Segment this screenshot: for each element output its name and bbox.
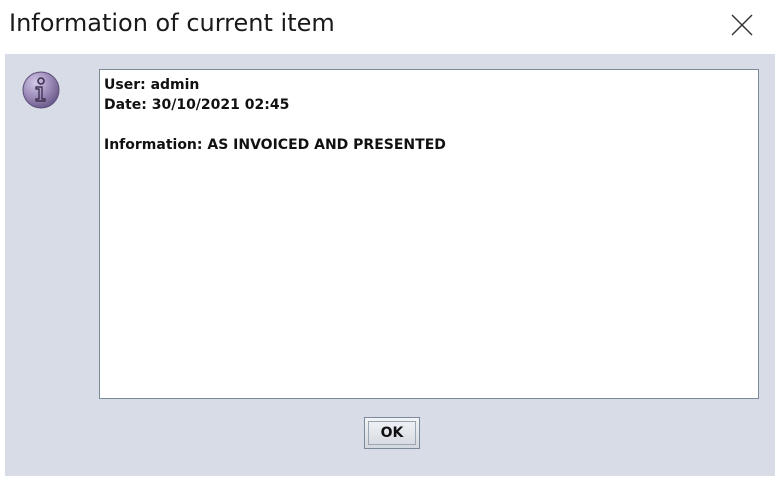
dialog-window: Information of current item User: admin …: [0, 0, 775, 487]
information-line: Information: AS INVOICED AND PRESENTED: [104, 137, 446, 153]
dialog-content: User: admin Date: 30/10/2021 02:45 Infor…: [5, 54, 775, 476]
date-line: Date: 30/10/2021 02:45: [104, 97, 290, 113]
ok-button[interactable]: OK: [364, 417, 420, 449]
title-bar: Information of current item: [0, 0, 775, 54]
message-text-area: User: admin Date: 30/10/2021 02:45 Infor…: [99, 69, 759, 399]
dialog-title: Information of current item: [9, 9, 335, 37]
close-button[interactable]: [707, 0, 775, 54]
close-icon: [731, 14, 753, 36]
info-icon: [21, 70, 61, 110]
user-line: User: admin: [104, 77, 200, 93]
ok-button-label: OK: [380, 425, 404, 441]
